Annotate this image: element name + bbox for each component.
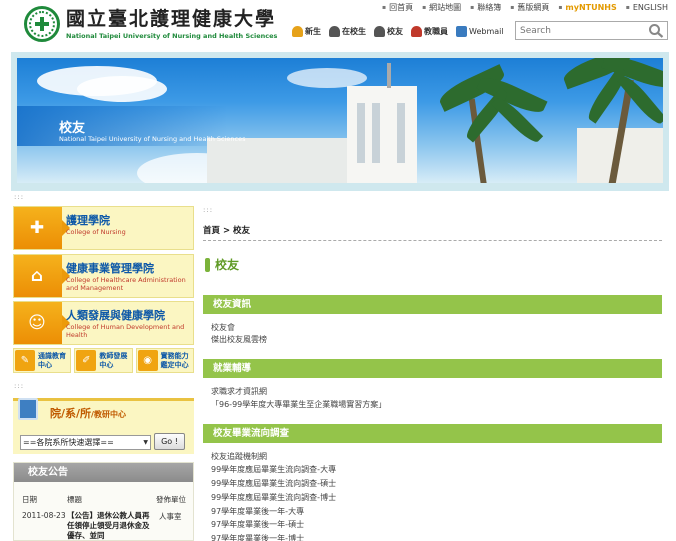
- building-icon: ⌂: [14, 255, 70, 297]
- college-name: 人類發展與健康學院: [66, 309, 165, 322]
- toplink-myntunhs[interactable]: myNTUNHS: [558, 2, 616, 13]
- page-title: 校友: [205, 256, 239, 273]
- staff-icon: [411, 26, 422, 37]
- announcement-title[interactable]: 【公告】退休公教人員再任領停止領受月退休金及優存、並同: [67, 511, 155, 540]
- breadcrumb-divider: [203, 240, 662, 241]
- userlink-alumni[interactable]: 校友: [374, 26, 403, 37]
- logo-english-name: National Taipei University of Nursing an…: [66, 32, 278, 40]
- link-alumni-association[interactable]: 校友會: [211, 322, 235, 333]
- userlink-staff[interactable]: 教職員: [411, 26, 448, 37]
- divider-dots: :::: [14, 193, 25, 201]
- center-teacher-development[interactable]: ✐ 教師發展中心: [74, 348, 133, 373]
- center-general-education[interactable]: ✎ 通識教育中心: [13, 348, 72, 373]
- banner-title: 校友: [59, 121, 86, 136]
- toplink-english[interactable]: ENGLISH: [626, 2, 668, 13]
- quick-select-title: 院/系/所/教研中心: [50, 407, 126, 420]
- logo-chinese-name: 國立臺北護理健康大學: [66, 8, 277, 30]
- link-internship-program[interactable]: 「96-99學年度大專畢業生至企業職場實習方案」: [211, 399, 386, 410]
- college-english-name: College of Human Development and Health: [66, 323, 185, 339]
- userlink-student[interactable]: 在校生: [329, 26, 366, 37]
- search-icon[interactable]: [648, 23, 664, 38]
- link-survey-99-doctoral[interactable]: 99學年度應屆畢業生流向調查-博士: [211, 492, 336, 503]
- department-quick-select: 院/系/所/教研中心 ==各院系所快速選擇== Go !: [13, 398, 194, 454]
- department-select[interactable]: ==各院系所快速選擇==: [20, 435, 151, 450]
- webmail-icon: [456, 26, 467, 37]
- userlink-freshman[interactable]: 新生: [292, 26, 321, 37]
- divider-dots: :::: [14, 382, 25, 390]
- search-input[interactable]: [516, 22, 641, 39]
- toplink-home[interactable]: 回首頁: [382, 2, 413, 13]
- link-outstanding-alumni[interactable]: 傑出校友風雲榜: [211, 334, 267, 345]
- alumni-announcements: 校友公告 日期 標題 發佈單位 2011-08-23 【公告】退休公教人員再任領…: [13, 462, 194, 541]
- section-career-guidance: 就業輔導: [203, 359, 662, 378]
- college-healthcare-administration[interactable]: ⌂ 健康事業管理學院 College of Healthcare Adminis…: [13, 254, 194, 298]
- freshman-icon: [292, 26, 303, 37]
- link-survey-99-master[interactable]: 99學年度應屆畢業生流向調查-碩士: [211, 478, 336, 489]
- go-button[interactable]: Go !: [154, 433, 185, 450]
- link-tracking-system[interactable]: 校友追蹤機制網: [211, 451, 267, 462]
- book-icon: [18, 398, 38, 420]
- site-header: 國立臺北護理健康大學 National Taipei University of…: [0, 0, 676, 50]
- banner-image: 校友 National Taipei University of Nursing…: [17, 58, 663, 183]
- site-logo[interactable]: 國立臺北護理健康大學 National Taipei University of…: [24, 6, 277, 42]
- college-nursing[interactable]: ✚ 護理學院 College of Nursing: [13, 206, 194, 250]
- link-survey-97-bachelor[interactable]: 97學年度畢業後一年-大專: [211, 506, 304, 517]
- college-name: 護理學院: [66, 214, 110, 227]
- center-links: ✎ 通識教育中心 ✐ 教師發展中心 ◉ 實務能力鑑定中心: [13, 348, 194, 373]
- person-icon: ☺: [14, 302, 70, 344]
- divider-dots: :::: [203, 206, 214, 214]
- school-emblem-icon: [24, 6, 60, 42]
- section-alumni-info: 校友資訊: [203, 295, 662, 314]
- toplink-contact[interactable]: 聯絡簿: [470, 2, 501, 13]
- link-survey-99-bachelor[interactable]: 99學年度應屆畢業生流向調查-大專: [211, 464, 336, 475]
- link-job-network[interactable]: 求職求才資訊網: [211, 386, 267, 397]
- user-links: 新生 在校生 校友 教職員 Webmail: [292, 26, 504, 37]
- section-graduate-survey: 校友畢業流向調查: [203, 424, 662, 443]
- top-links: 回首頁 網站地圖 聯絡簿 舊版網頁 myNTUNHS ENGLISH: [382, 2, 668, 13]
- breadcrumb[interactable]: 首頁 > 校友: [203, 224, 250, 236]
- teacher-development-icon: ✐: [76, 350, 97, 371]
- link-survey-97-doctoral[interactable]: 97學年度畢業後一年-博士: [211, 533, 304, 541]
- general-education-icon: ✎: [15, 350, 35, 371]
- college-name: 健康事業管理學院: [66, 262, 154, 275]
- college-human-development[interactable]: ☺ 人類發展與健康學院 College of Human Development…: [13, 301, 194, 345]
- title-bar-icon: [205, 257, 210, 272]
- search-box: [515, 21, 668, 40]
- nursing-icon: ✚: [14, 207, 70, 249]
- student-icon: [329, 26, 340, 37]
- alumni-icon: [374, 26, 385, 37]
- announcements-header: 校友公告: [14, 463, 193, 482]
- toplink-old-site[interactable]: 舊版網頁: [510, 2, 549, 13]
- toplink-sitemap[interactable]: 網站地圖: [422, 2, 461, 13]
- banner-subtitle: National Taipei University of Nursing an…: [59, 135, 246, 143]
- assessment-eye-icon: ◉: [137, 350, 158, 371]
- userlink-webmail[interactable]: Webmail: [456, 26, 504, 37]
- center-assessment[interactable]: ◉ 實務能力鑑定中心: [135, 348, 194, 373]
- college-english-name: College of Healthcare Administration and…: [66, 276, 186, 292]
- hero-banner: 校友 National Taipei University of Nursing…: [11, 52, 669, 191]
- link-survey-97-master[interactable]: 97學年度畢業後一年-碩士: [211, 519, 304, 530]
- college-english-name: College of Nursing: [66, 228, 126, 236]
